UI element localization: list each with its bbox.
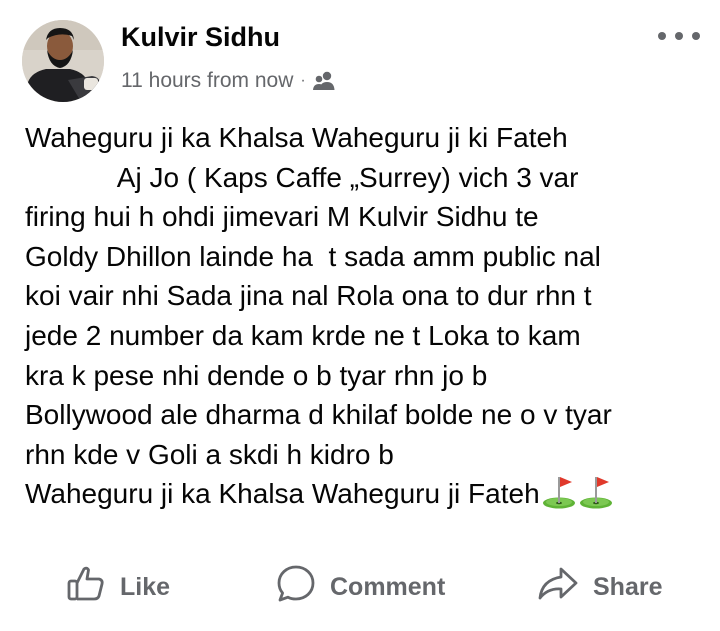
post-text-line: Aj Jo ( Kaps Caffe „Surrey) vich 3 var xyxy=(25,161,579,193)
post-text-closing: Waheguru ji ka Khalsa Waheguru ji Fateh xyxy=(25,478,540,510)
comment-label: Comment xyxy=(330,572,446,601)
like-button[interactable]: Like xyxy=(66,565,170,609)
author-name[interactable]: Kulvir Sidhu xyxy=(121,22,280,53)
speech-bubble-icon xyxy=(276,564,316,611)
comment-button[interactable]: Comment xyxy=(276,565,445,609)
more-dot xyxy=(658,32,666,40)
golf-flag-emoji xyxy=(541,474,577,510)
post-meta: 11 hours from now · xyxy=(121,66,336,96)
post-text-line: koi vair nhi Sada jina nal Rola ona to d… xyxy=(25,280,592,312)
meta-separator: · xyxy=(300,72,306,89)
post-timestamp[interactable]: 11 hours from now xyxy=(121,69,293,93)
post-text-line: jede 2 number da kam krde ne t Loka to k… xyxy=(25,319,581,351)
share-label: Share xyxy=(593,572,663,601)
more-options-icon[interactable] xyxy=(658,26,700,46)
post-text-line: firing hui h ohdi jimevari M Kulvir Sidh… xyxy=(25,201,539,233)
post-text-line: Goldy Dhillon lainde ha t sada amm publi… xyxy=(25,240,601,272)
post-text-line: rhn kde v Goli a skdi h kidro b xyxy=(25,438,394,470)
more-dot xyxy=(692,32,700,40)
avatar[interactable] xyxy=(22,20,104,102)
post-text-line: Waheguru ji ka Khalsa Waheguru ji ki Fat… xyxy=(25,122,568,153)
share-arrow-icon xyxy=(537,564,579,611)
friends-icon[interactable] xyxy=(312,70,336,92)
post-text: Waheguru ji ka Khalsa Waheguru ji ki Fat… xyxy=(25,118,705,514)
like-label: Like xyxy=(120,572,171,601)
post-text-line: kra k pese nhi dende o b tyar rhn jo b xyxy=(25,359,488,391)
post-text-line-last: Waheguru ji ka Khalsa Waheguru ji Fateh xyxy=(25,474,705,514)
profile-photo xyxy=(22,20,104,102)
more-dot xyxy=(675,32,683,40)
thumbs-up-icon xyxy=(66,564,106,611)
post-text-line: Bollywood ale dharma d khilaf bolde ne o… xyxy=(25,399,612,431)
golf-flag-emoji xyxy=(578,474,614,510)
share-button[interactable]: Share xyxy=(537,565,662,609)
